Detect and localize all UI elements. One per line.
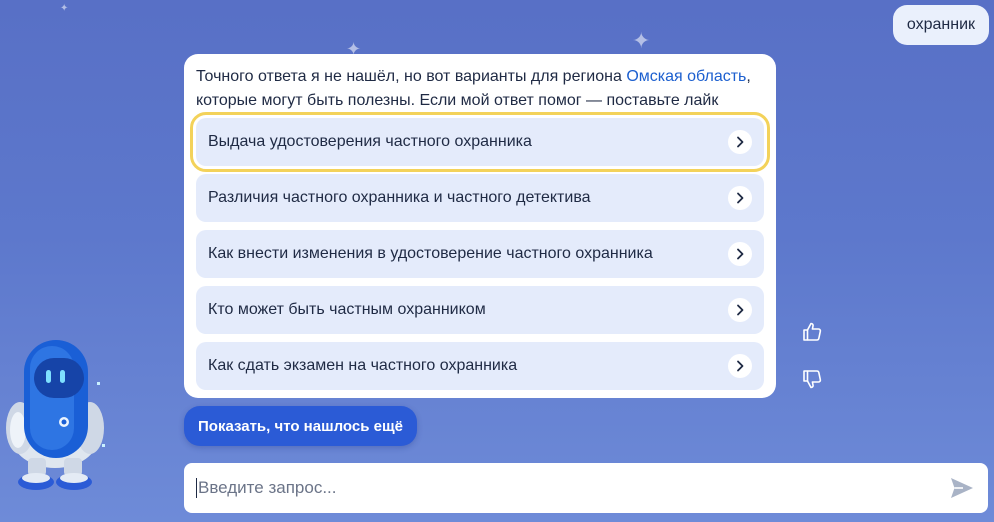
query-input-bar — [184, 463, 988, 513]
region-link[interactable]: Омская область — [626, 68, 746, 85]
assistant-answer-card: Точного ответа я не нашёл, но вот вариан… — [184, 54, 776, 398]
send-icon[interactable] — [948, 474, 976, 502]
user-message-text: охранник — [906, 16, 975, 33]
sparkle-icon: ✦ — [60, 3, 69, 14]
sparkle-icon: ✦ — [632, 28, 651, 53]
option-label: Различия частного охранника и частного д… — [208, 189, 591, 206]
option-item-1[interactable]: Выдача удостоверения частного охранника — [190, 112, 770, 172]
user-message-bubble: охранник — [892, 5, 989, 45]
option-item-4[interactable]: Кто может быть частным охранником — [196, 286, 764, 334]
chevron-right-icon — [728, 298, 752, 322]
chevron-right-icon — [728, 130, 752, 154]
chevron-right-icon — [728, 186, 752, 210]
chevron-right-icon — [728, 354, 752, 378]
option-item-2[interactable]: Различия частного охранника и частного д… — [196, 174, 764, 222]
option-label: Как сдать экзамен на частного охранника — [208, 357, 518, 374]
show-more-label: Показать, что нашлось ещё — [198, 417, 403, 435]
show-more-button[interactable]: Показать, что нашлось ещё — [184, 406, 417, 446]
option-item-5[interactable]: Как сдать экзамен на частного охранника — [196, 342, 764, 390]
answer-text: Точного ответа я не нашёл, но вот вариан… — [196, 65, 764, 113]
robot-mascot-image — [6, 340, 105, 490]
thumbs-up-icon[interactable] — [800, 320, 824, 344]
option-label: Как внести изменения в удостоверение час… — [208, 245, 653, 262]
answer-text-before: Точного ответа я не нашёл, но вот вариан… — [196, 68, 627, 85]
text-caret — [196, 478, 197, 498]
option-item-3[interactable]: Как внести изменения в удостоверение час… — [196, 230, 764, 278]
option-label: Кто может быть частным охранником — [208, 301, 486, 318]
query-input[interactable] — [198, 478, 948, 498]
thumbs-down-icon[interactable] — [800, 367, 824, 391]
chevron-right-icon — [728, 242, 752, 266]
option-label: Выдача удостоверения частного охранника — [208, 133, 532, 150]
